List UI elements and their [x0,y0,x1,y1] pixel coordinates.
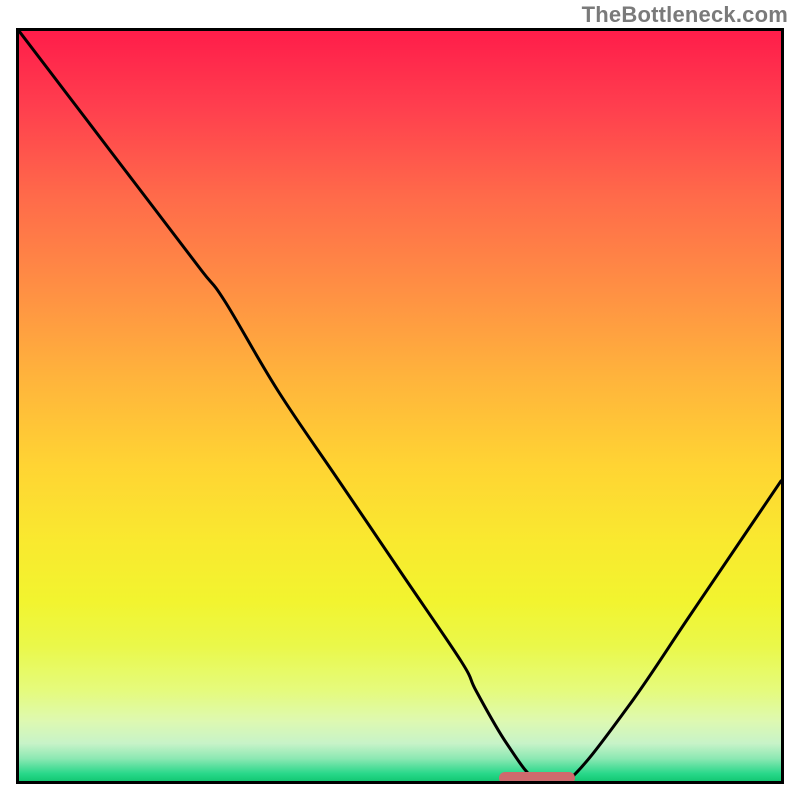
plot-area [16,28,784,784]
watermark-text: TheBottleneck.com [582,2,788,28]
bottleneck-curve-path [19,31,781,781]
curve-layer [19,31,781,781]
chart-stage: TheBottleneck.com [0,0,800,800]
optimal-marker [499,772,575,784]
